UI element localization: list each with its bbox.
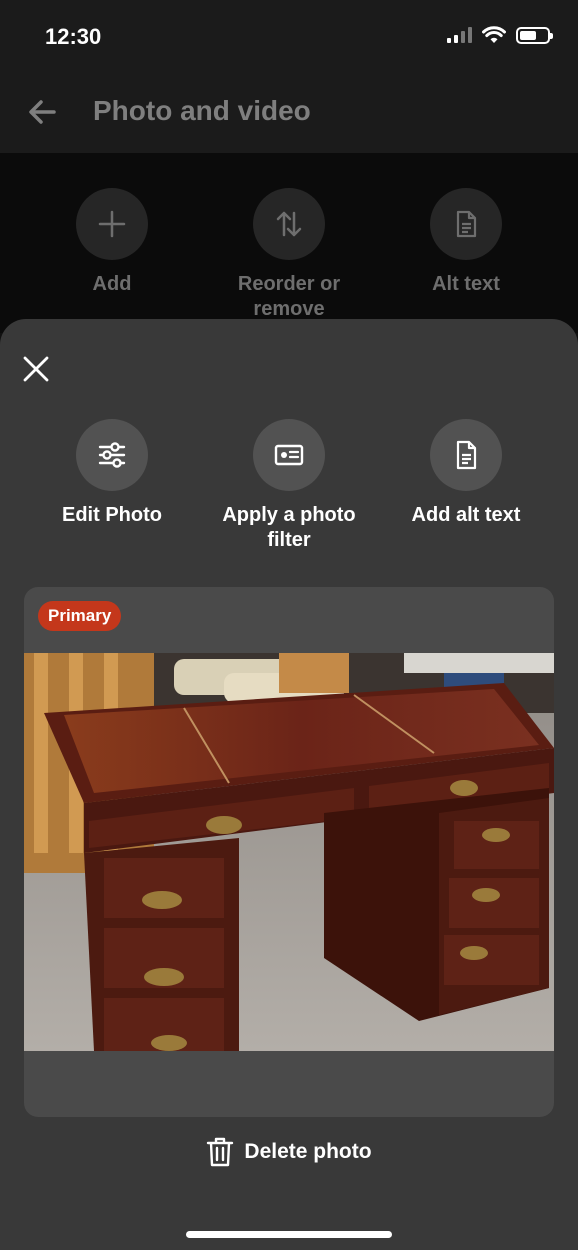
background-actions: Add Reorder or remove Alt text (0, 153, 578, 333)
apply-photo-filter-label: Apply a photo filter (222, 504, 356, 551)
reorder-or-remove-label: Reorder or remove (237, 273, 341, 320)
swap-vertical-icon (276, 211, 302, 237)
cellular-signal-icon (447, 27, 472, 43)
add-label: Add (92, 273, 132, 295)
plus-icon (98, 210, 126, 238)
delete-photo-label: Delete photo (244, 1140, 372, 1163)
id-card-icon (274, 444, 304, 466)
app-header: Photo and video (0, 76, 578, 153)
delete-photo-button[interactable]: Delete photo (0, 1137, 578, 1167)
trash-icon (207, 1137, 234, 1167)
add-button[interactable]: Add (32, 188, 192, 297)
status-time: 12:30 (45, 24, 102, 49)
status-bar: 12:30 (0, 0, 578, 76)
edit-photo-label: Edit Photo (62, 504, 162, 526)
photo-card[interactable]: Primary (24, 587, 554, 1117)
alt-text-button[interactable]: Alt text (386, 188, 546, 297)
home-indicator (186, 1231, 392, 1238)
add-alt-text-label: Add alt text (411, 504, 521, 526)
photo-options-sheet: Edit Photo Apply a photo filter Add alt … (0, 319, 578, 1250)
close-icon[interactable] (18, 351, 54, 387)
desk-photo (24, 653, 554, 1051)
alt-text-label: Alt text (432, 273, 500, 295)
wifi-icon (482, 26, 506, 43)
edit-photo-button[interactable]: Edit Photo (22, 419, 202, 528)
primary-badge: Primary (38, 601, 122, 631)
arrow-left-icon[interactable] (26, 96, 58, 128)
apply-photo-filter-button[interactable]: Apply a photo filter (199, 419, 379, 553)
reorder-or-remove-button[interactable]: Reorder or remove (209, 188, 369, 322)
battery-icon (516, 26, 553, 44)
page-title: Photo and video (93, 95, 311, 126)
screen: 12:30 Photo and video Add Reorder or rem… (0, 0, 578, 1250)
document-icon (456, 210, 477, 238)
document-icon (456, 440, 477, 470)
sliders-icon (98, 442, 126, 468)
add-alt-text-button[interactable]: Add alt text (376, 419, 556, 528)
status-icons (447, 26, 553, 44)
